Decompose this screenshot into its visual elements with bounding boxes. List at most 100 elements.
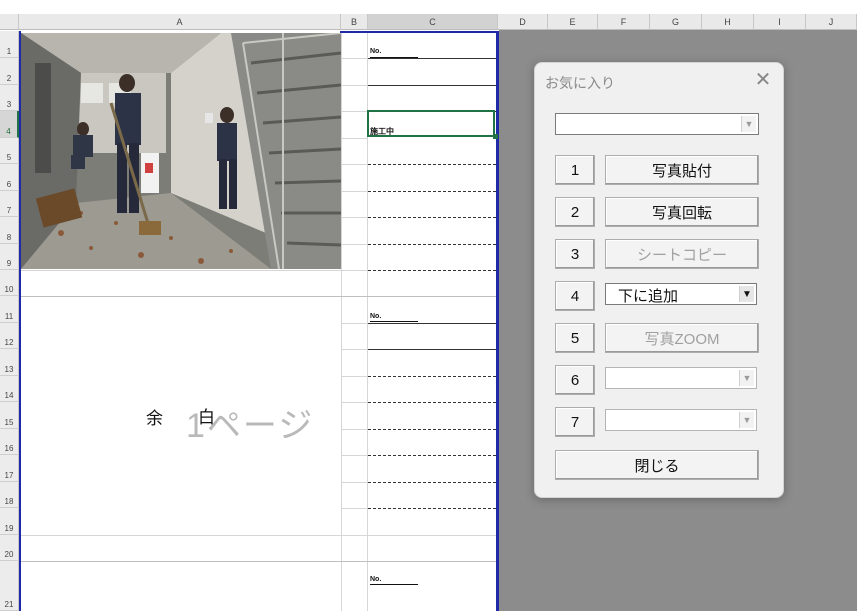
row-header-6[interactable]: 6 [0, 164, 19, 191]
chevron-down-icon[interactable]: ▼ [741, 116, 756, 132]
grid-line [341, 402, 368, 403]
column-header-e[interactable]: E [548, 14, 598, 30]
grid-line [19, 270, 368, 271]
site-photo[interactable] [21, 33, 341, 269]
cell-border [368, 191, 496, 192]
row-header-1[interactable]: 1 [0, 31, 19, 58]
favorites-select[interactable]: ▼ [555, 113, 759, 135]
number-button-7[interactable]: 7 [555, 407, 595, 437]
favorite-select-6[interactable]: ▼ [605, 367, 757, 389]
sheet-copy-button[interactable]: シートコピー [605, 239, 759, 269]
column-header-h[interactable]: H [702, 14, 754, 30]
grid-line [19, 561, 498, 562]
row-header-18[interactable]: 18 [0, 482, 19, 508]
cell-border [368, 217, 496, 218]
favorites-dialog: お気に入り ✕ ▼ 1 写真貼付 2 写真回転 3 シートコピー 4 下に追加 … [534, 62, 784, 498]
row-header-14[interactable]: 14 [0, 376, 19, 402]
ribbon-edge [0, 0, 857, 14]
fill-handle[interactable] [493, 134, 498, 139]
grid-line [341, 58, 368, 59]
column-header-g[interactable]: G [650, 14, 702, 30]
cell-border [368, 508, 496, 509]
active-cell-c4[interactable] [367, 110, 495, 137]
row-header-9[interactable]: 9 [0, 244, 19, 270]
photo-zoom-button[interactable]: 写真ZOOM [605, 323, 759, 353]
row-header-20[interactable]: 20 [0, 535, 19, 561]
grid-line [19, 535, 498, 536]
cell-border [368, 323, 496, 324]
column-header-b[interactable]: B [341, 14, 368, 30]
row-header-15[interactable]: 15 [0, 402, 19, 429]
row-header-8[interactable]: 8 [0, 217, 19, 244]
page-watermark: 1ページ [186, 407, 315, 445]
add-below-select-value: 下に追加 [618, 288, 679, 305]
column-header-c[interactable]: C [368, 14, 498, 30]
cell-border [368, 164, 496, 165]
cell-border [368, 455, 496, 456]
no-underline [370, 584, 418, 585]
row-header-16[interactable]: 16 [0, 429, 19, 455]
favorite-select-7[interactable]: ▼ [605, 409, 757, 431]
grid-line [341, 111, 368, 112]
row-header-5[interactable]: 5 [0, 138, 19, 164]
cell-border [368, 402, 496, 403]
print-area-border [496, 31, 499, 611]
cell-border [368, 244, 496, 245]
number-button-2[interactable]: 2 [555, 197, 595, 227]
yohaku-text-left: 余 [146, 409, 163, 428]
number-button-1[interactable]: 1 [555, 155, 595, 185]
cell-border [368, 482, 496, 483]
cell-border [368, 349, 496, 350]
number-button-4[interactable]: 4 [555, 281, 595, 311]
column-header-j[interactable]: J [806, 14, 857, 30]
chevron-down-icon[interactable]: ▼ [739, 286, 754, 302]
number-button-6[interactable]: 6 [555, 365, 595, 395]
grid-line [341, 455, 368, 456]
row-header-17[interactable]: 17 [0, 455, 19, 482]
grid-line [341, 429, 368, 430]
column-header-i[interactable]: I [754, 14, 806, 30]
row-header-4[interactable]: 4 [0, 111, 19, 138]
column-header-f[interactable]: F [598, 14, 650, 30]
grid-line [341, 376, 368, 377]
row-header-11[interactable]: 11 [0, 296, 19, 323]
chevron-down-icon[interactable]: ▼ [739, 370, 754, 386]
row-header-2[interactable]: 2 [0, 58, 19, 85]
rotate-photo-button[interactable]: 写真回転 [605, 197, 759, 227]
no-label-3: No. [370, 576, 382, 583]
cell-border [368, 85, 496, 86]
close-icon[interactable]: ✕ [752, 69, 774, 91]
grid-line [341, 508, 368, 509]
grid-line [341, 323, 368, 324]
cell-border [368, 58, 496, 59]
select-all-corner[interactable] [0, 14, 19, 30]
close-button[interactable]: 閉じる [555, 450, 759, 480]
column-header-a[interactable]: A [19, 14, 341, 30]
row-header-21[interactable]: 21 [0, 561, 19, 611]
cell-border [368, 376, 496, 377]
row-header-10[interactable]: 10 [0, 270, 19, 296]
grid-line [341, 482, 368, 483]
no-underline [370, 57, 418, 58]
add-below-select[interactable]: 下に追加 ▼ [605, 283, 757, 305]
cell-border [368, 270, 496, 271]
grid-line [19, 296, 498, 297]
chevron-down-icon[interactable]: ▼ [739, 412, 754, 428]
print-area-border [340, 31, 498, 33]
row-header-7[interactable]: 7 [0, 191, 19, 217]
grid-line [341, 244, 368, 245]
number-button-3[interactable]: 3 [555, 239, 595, 269]
cell-border [368, 429, 496, 430]
grid-line [341, 191, 368, 192]
row-header-13[interactable]: 13 [0, 349, 19, 376]
column-header-d[interactable]: D [498, 14, 548, 30]
row-header-12[interactable]: 12 [0, 323, 19, 349]
paste-photo-button[interactable]: 写真貼付 [605, 155, 759, 185]
no-underline [370, 321, 418, 322]
number-button-5[interactable]: 5 [555, 323, 595, 353]
row-header-3[interactable]: 3 [0, 85, 19, 111]
no-label-1: No. [370, 48, 382, 55]
row-header-19[interactable]: 19 [0, 508, 19, 535]
cleaning-scene-image [21, 33, 341, 269]
grid-line [341, 217, 368, 218]
